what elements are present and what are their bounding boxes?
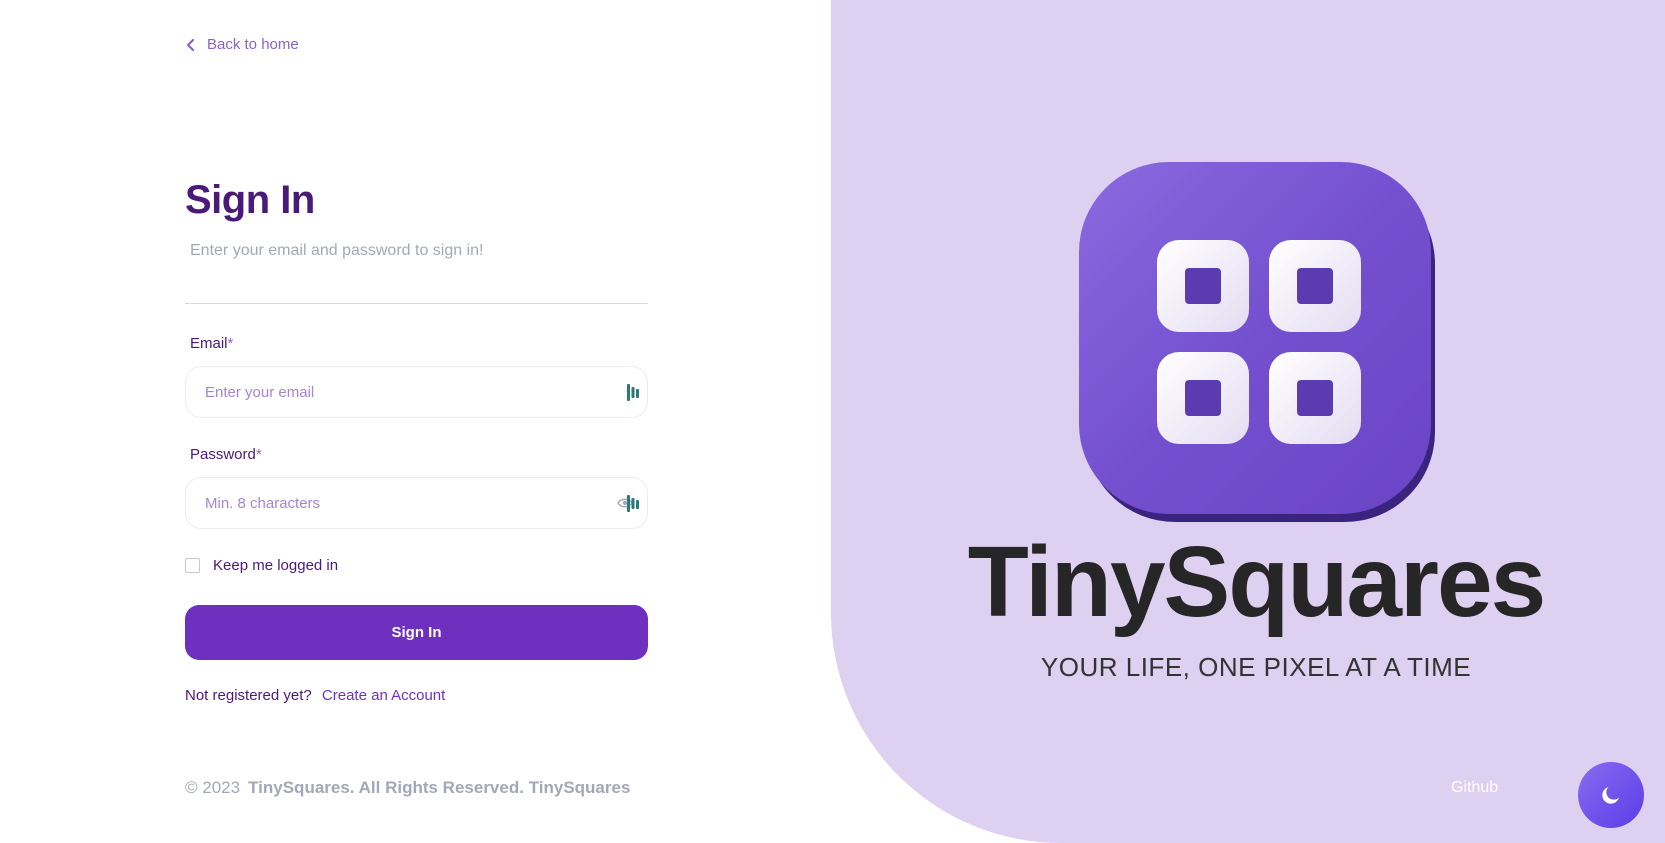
brand-name: TinySquares — [967, 526, 1546, 638]
copyright-text: TinySquares. All Rights Reserved. — [248, 778, 524, 797]
sign-in-button[interactable]: Sign In — [185, 605, 648, 660]
moon-icon — [1602, 787, 1619, 804]
page-title: Sign In — [185, 178, 315, 222]
footer-copyright: © 2023 TinySquares. All Rights Reserved. … — [185, 778, 630, 798]
password-field-wrapper — [185, 477, 648, 529]
back-to-home-link[interactable]: Back to home — [185, 36, 299, 53]
email-input[interactable] — [186, 367, 647, 417]
header-divider — [185, 303, 648, 304]
copyright-year: © 2023 — [185, 778, 241, 797]
keep-logged-in-row: Keep me logged in — [185, 557, 338, 574]
password-input[interactable] — [186, 478, 647, 528]
theme-toggle-button[interactable] — [1578, 762, 1644, 828]
page-subtitle: Enter your email and password to sign in… — [190, 242, 484, 259]
register-row: Not registered yet? Create an Account — [185, 687, 445, 704]
back-link-label: Back to home — [207, 36, 299, 53]
password-label: Password* — [190, 446, 262, 463]
footer-brand-link[interactable]: TinySquares — [529, 778, 631, 797]
password-manager-icon[interactable] — [627, 495, 639, 512]
required-marker: * — [227, 335, 234, 352]
password-manager-icon[interactable] — [627, 384, 639, 401]
four-squares-app-icon — [1079, 162, 1435, 522]
github-link[interactable]: Github — [1451, 779, 1498, 797]
chevron-left-icon — [186, 38, 195, 51]
keep-logged-in-label[interactable]: Keep me logged in — [213, 557, 338, 574]
create-account-link[interactable]: Create an Account — [322, 687, 445, 704]
sign-in-panel: Back to home Sign In Enter your email an… — [0, 0, 831, 843]
brand-tagline: YOUR LIFE, ONE PIXEL AT A TIME — [1040, 652, 1472, 682]
keep-logged-in-checkbox[interactable] — [185, 558, 200, 573]
brand-panel: TinySquares YOUR LIFE, ONE PIXEL AT A TI… — [831, 0, 1665, 843]
register-prompt: Not registered yet? — [185, 687, 312, 704]
email-label: Email* — [190, 335, 234, 352]
email-field-wrapper — [185, 366, 648, 418]
required-marker: * — [255, 446, 262, 463]
